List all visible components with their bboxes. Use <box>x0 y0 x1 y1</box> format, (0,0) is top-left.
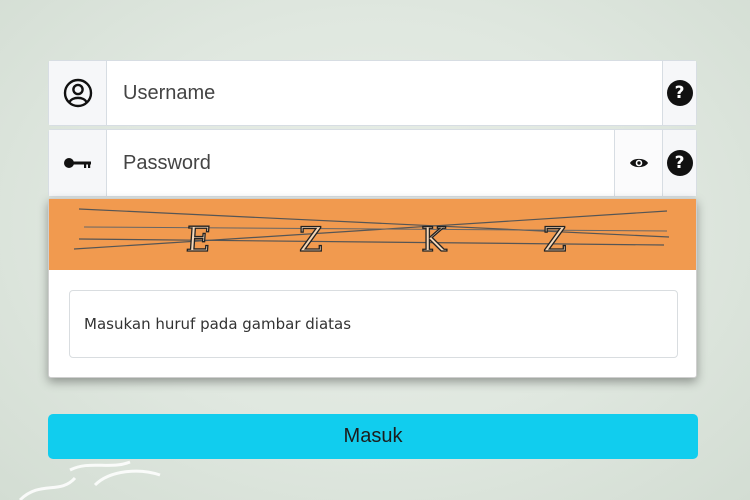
captcha-letter: Z <box>299 220 323 260</box>
captcha-input[interactable] <box>69 290 678 358</box>
password-input[interactable] <box>107 130 614 196</box>
user-circle-icon <box>63 78 92 108</box>
username-input[interactable] <box>107 61 662 125</box>
login-button[interactable]: Masuk <box>48 414 698 459</box>
password-addon <box>49 130 107 196</box>
username-help-button[interactable]: ? <box>662 61 696 125</box>
captcha-card: E Z K Z <box>48 198 697 378</box>
username-addon <box>49 61 107 125</box>
captcha-letter: Z <box>543 220 567 260</box>
captcha-letter: E <box>185 220 213 260</box>
key-icon <box>63 158 91 168</box>
username-field-group: ? <box>48 60 697 126</box>
captcha-letter: K <box>421 220 447 260</box>
question-circle-icon: ? <box>666 80 693 106</box>
captcha-image: E Z K Z <box>49 199 696 270</box>
eye-icon <box>629 158 648 168</box>
password-field-group: ? <box>48 129 697 197</box>
question-circle-icon: ? <box>666 150 693 176</box>
password-visibility-toggle[interactable] <box>614 130 662 196</box>
password-help-button[interactable]: ? <box>662 130 696 196</box>
